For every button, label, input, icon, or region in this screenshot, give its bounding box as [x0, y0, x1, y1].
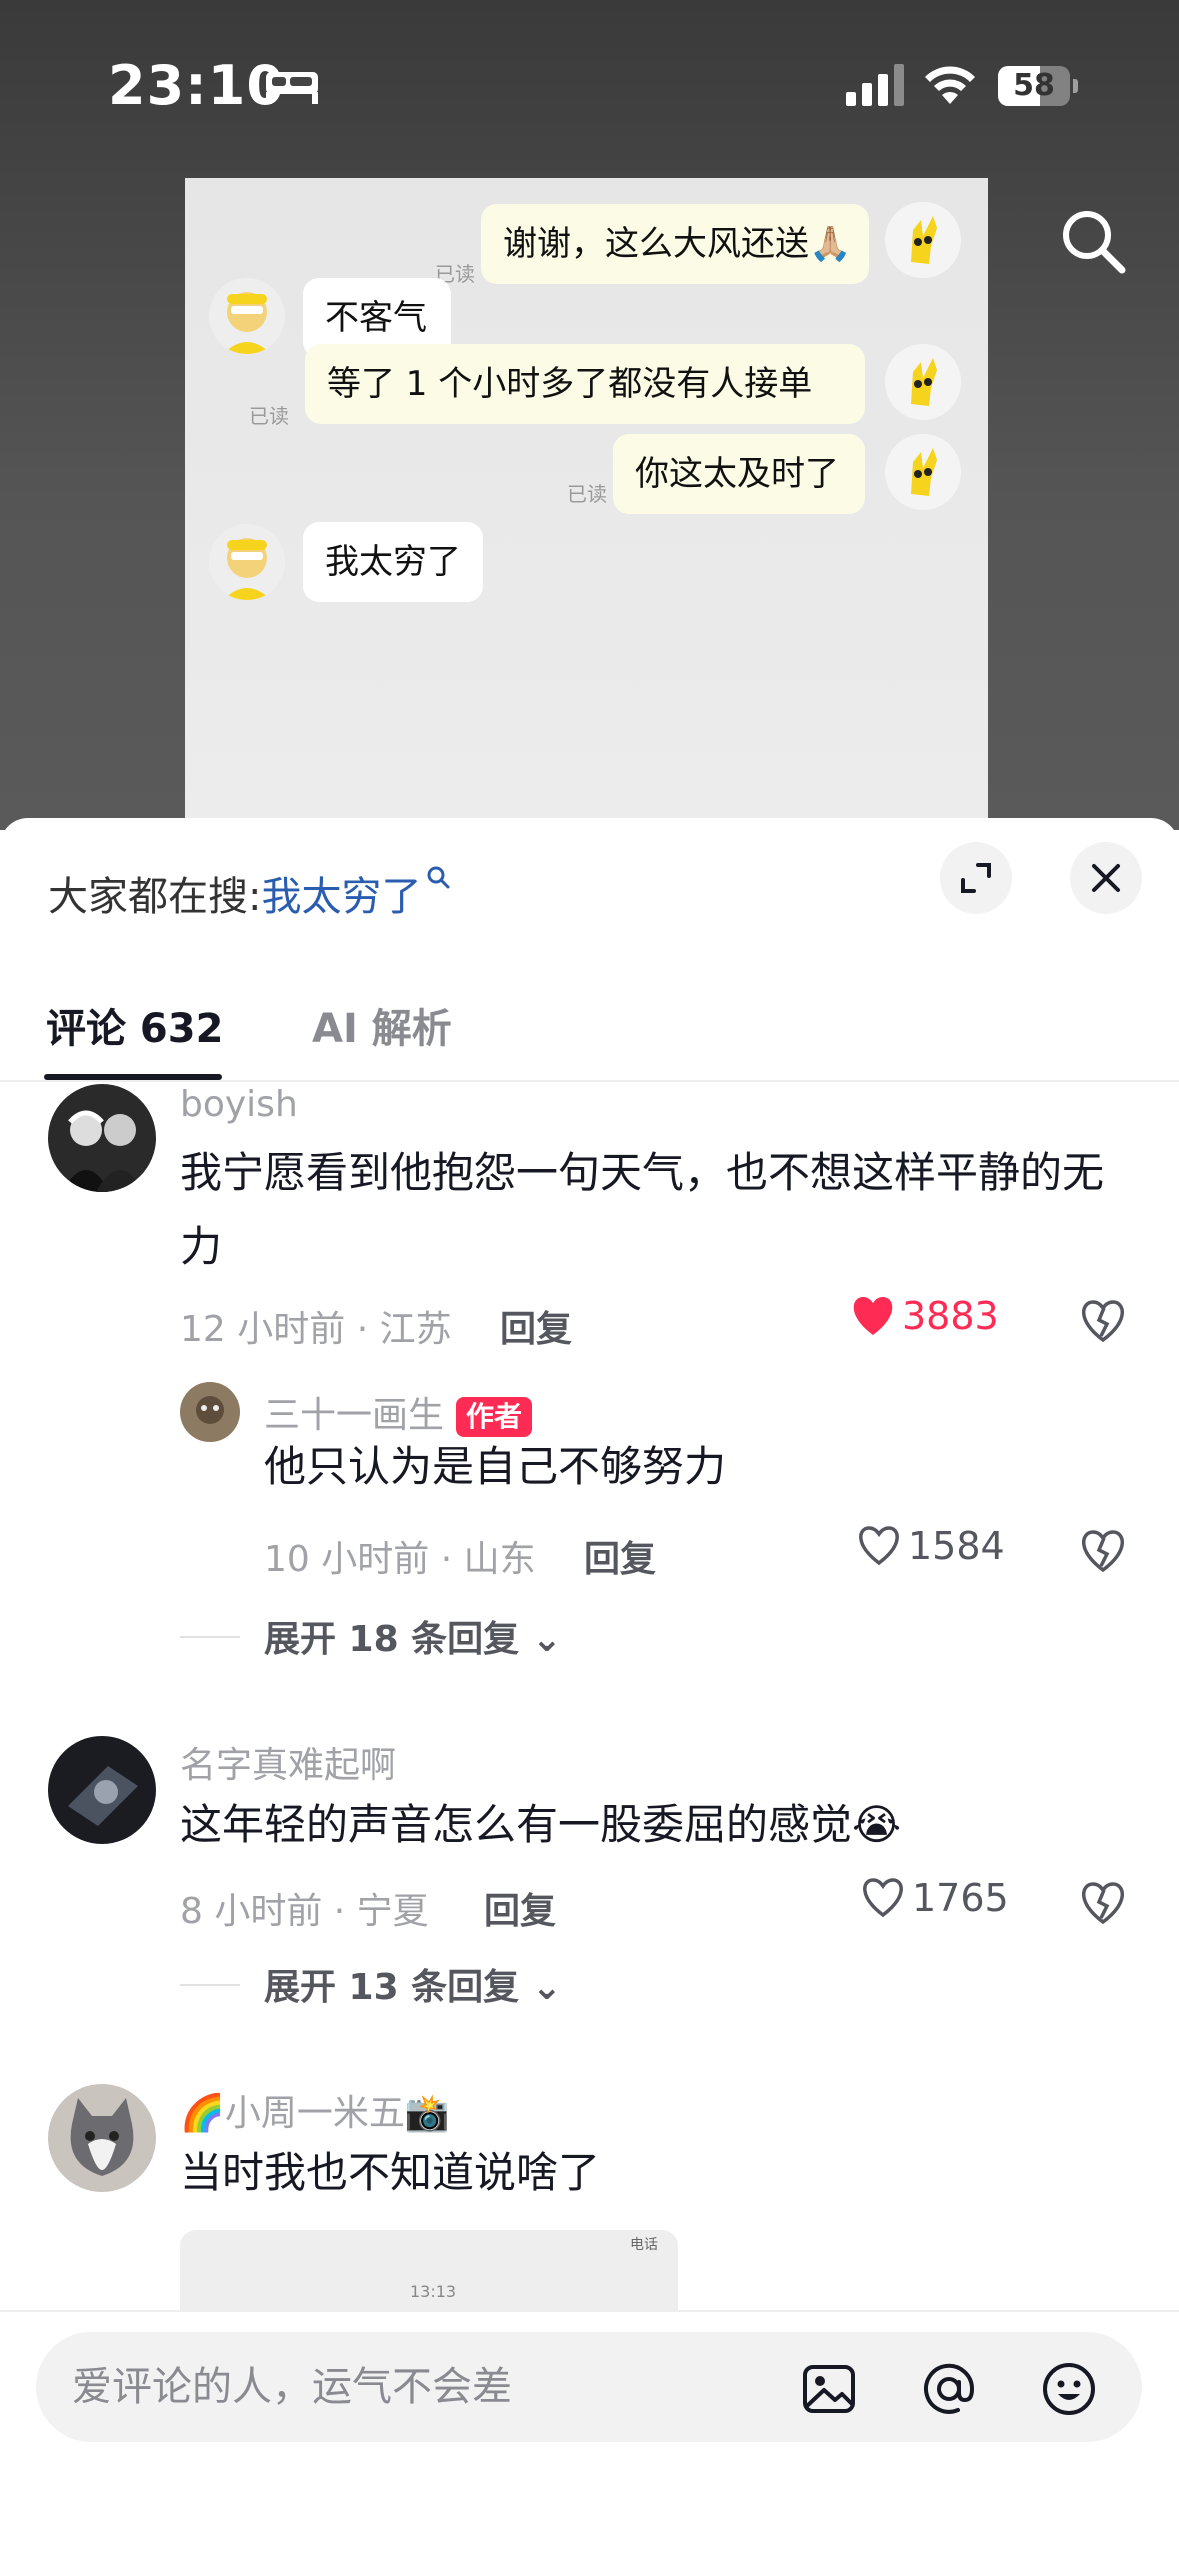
like-button[interactable]: 3883 — [850, 1294, 999, 1350]
battery-percent: 58 — [1013, 68, 1055, 103]
comment-text: 我宁愿看到他抱怨一句天气，也不想这样平静的无力 — [180, 1148, 1105, 1271]
comment-text: 这年轻的声音怎么有一股委屈的感觉😭 — [180, 1800, 902, 1849]
expand-replies-label: 展开 18 条回复 — [264, 1619, 520, 1660]
reply-text: 他只认为是自己不够努力 — [264, 1442, 727, 1491]
comment-username[interactable]: 🌈小周一米五📸 — [180, 2084, 450, 2136]
dislike-icon[interactable] — [1078, 1526, 1128, 1576]
video-chat-screenshot: 已读 谢谢，这么大风还送🙏🏼 不客气 已读 等了 1 个小时多了都没有人接单 已… — [185, 178, 988, 830]
comment-username[interactable]: 名字真难起啊 — [180, 1736, 396, 1788]
status-time: 23:10 — [108, 54, 285, 117]
comment-input-container[interactable] — [36, 2332, 1142, 2442]
active-tab-indicator — [44, 1074, 222, 1080]
dislike-icon[interactable] — [1078, 1878, 1128, 1928]
search-icon[interactable] — [1058, 206, 1128, 276]
heart-outline-icon — [863, 1878, 903, 1918]
comment-time-location: 12 小时前 · 江苏 — [180, 1309, 452, 1350]
expand-button[interactable] — [940, 842, 1012, 914]
chevron-down-icon: ⌄ — [531, 1967, 562, 2008]
read-receipt: 已读 — [567, 482, 607, 506]
courier-avatar-icon — [209, 524, 285, 600]
comment-image-preview[interactable]: 电话 13:13 — [180, 2230, 678, 2320]
image-icon[interactable] — [800, 2360, 858, 2418]
dislike-icon[interactable] — [1078, 1296, 1128, 1346]
user-avatar-icon — [885, 344, 961, 420]
read-receipt: 已读 — [249, 404, 289, 428]
reply-button[interactable]: 回复 — [484, 1882, 556, 1934]
trending-search-prefix: 大家都在搜: — [48, 874, 262, 920]
reply-button[interactable]: 回复 — [584, 1530, 656, 1582]
search-icon — [427, 866, 450, 889]
status-bar: 23:10 58 — [0, 0, 1179, 170]
divider — [180, 1984, 240, 1986]
avatar[interactable] — [180, 1382, 240, 1442]
expand-replies-button[interactable]: 展开 18 条回复 ⌄ — [264, 1610, 562, 1662]
trending-search-hint[interactable]: 大家都在搜:我太穷了 — [48, 864, 451, 922]
avatar[interactable] — [48, 1736, 156, 1844]
reply-button[interactable]: 回复 — [500, 1300, 572, 1352]
heart-outline-icon — [859, 1526, 899, 1566]
close-button[interactable] — [1070, 842, 1142, 914]
expand-replies-button[interactable]: 展开 13 条回复 ⌄ — [264, 1958, 562, 2010]
battery-indicator: 58 — [998, 66, 1078, 106]
chat-bubble-left: 我太穷了 — [303, 522, 483, 602]
heart-filled-icon — [853, 1297, 893, 1335]
comment-username[interactable]: boyish — [180, 1084, 298, 1125]
mention-icon[interactable] — [920, 2360, 978, 2418]
tab-comments[interactable]: 评论 632 — [46, 996, 223, 1054]
comment-input-bar — [0, 2310, 1179, 2556]
tab-ai-analysis[interactable]: AI 解析 — [312, 996, 452, 1054]
image-time: 13:13 — [410, 2282, 457, 2301]
reply-time-location: 10 小时前 · 山东 — [264, 1539, 536, 1580]
like-count: 1584 — [908, 1524, 1005, 1568]
sleep-focus-icon — [266, 72, 318, 104]
chat-bubble-right: 你这太及时了 — [613, 434, 865, 514]
user-avatar-icon — [885, 202, 961, 278]
trending-search-keyword[interactable]: 我太穷了 — [261, 874, 421, 920]
expand-icon — [961, 863, 991, 893]
user-avatar-icon — [885, 434, 961, 510]
avatar[interactable] — [48, 1084, 156, 1192]
comment-time-location: 8 小时前 · 宁夏 — [180, 1891, 429, 1932]
expand-replies-label: 展开 13 条回复 — [264, 1967, 520, 2008]
wifi-icon — [925, 66, 975, 104]
chat-bubble-right: 等了 1 个小时多了都没有人接单 — [305, 344, 865, 424]
comment-tabs: 评论 632 AI 解析 — [0, 986, 1179, 1082]
image-label: 电话 — [630, 2237, 658, 2253]
like-count: 3883 — [902, 1294, 999, 1338]
comment-text: 当时我也不知道说啥了 — [180, 2148, 601, 2197]
comment-sheet: 大家都在搜:我太穷了 评论 632 AI 解析 boyish 我宁愿看到他抱怨一… — [0, 818, 1179, 2556]
comment-input[interactable] — [70, 2332, 790, 2442]
like-button[interactable]: 1584 — [856, 1524, 1005, 1580]
chevron-down-icon: ⌄ — [531, 1619, 562, 1660]
cellular-signal-icon — [846, 64, 904, 106]
courier-avatar-icon — [209, 278, 285, 354]
like-button[interactable]: 1765 — [860, 1876, 1009, 1932]
chat-bubble-right: 谢谢，这么大风还送🙏🏼 — [481, 204, 869, 284]
divider — [180, 1636, 240, 1638]
avatar[interactable] — [48, 2084, 156, 2192]
emoji-icon[interactable] — [1040, 2360, 1098, 2418]
close-icon — [1092, 864, 1120, 892]
like-count: 1765 — [912, 1876, 1009, 1920]
